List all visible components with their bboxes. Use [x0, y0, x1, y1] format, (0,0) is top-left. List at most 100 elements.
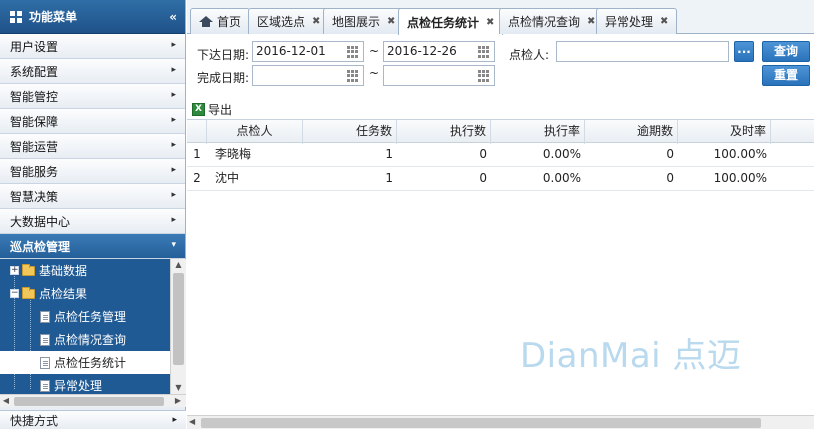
sidebar-item-system-config[interactable]: 系统配置 ▸ — [0, 59, 185, 84]
scroll-left-icon[interactable]: ◀ — [0, 395, 12, 407]
folder-icon — [22, 263, 35, 276]
sidebar: 功能菜单 « 用户设置 ▸ 系统配置 ▸ 智能管控 ▸ 智能保障 ▸ 智能运营 ▸ 智能服… — [0, 0, 186, 429]
scroll-up-icon[interactable]: ▲ — [171, 259, 186, 271]
sidebar-item-label: 智能服务 — [10, 164, 59, 179]
expand-plus-icon[interactable]: + — [10, 266, 19, 275]
calendar-icon[interactable] — [347, 46, 359, 58]
inspector-input[interactable] — [556, 41, 729, 62]
sidebar-item-label: 智慧决策 — [10, 189, 59, 204]
inspector-picker-button[interactable]: ... — [734, 41, 754, 62]
home-icon — [199, 16, 213, 27]
sidebar-item-label: 大数据中心 — [10, 214, 71, 229]
tree-node-label: 点检任务统计 — [54, 356, 127, 370]
close-icon[interactable]: ✖ — [660, 16, 668, 27]
watermark: DianMai 点迈 — [520, 336, 742, 376]
reset-button[interactable]: 重置 — [762, 65, 810, 86]
search-form: 下达日期: 2016-12-01 ~ 2016-12-26 点检人: ... 查… — [187, 35, 814, 99]
cell-tasks: 1 — [385, 147, 393, 161]
close-icon[interactable]: ✖ — [387, 16, 395, 27]
grid-header-index — [187, 120, 207, 144]
tab-home[interactable]: 首页 — [190, 8, 251, 34]
tab-exception-handling[interactable]: 异常处理 ✖ — [596, 8, 678, 34]
excel-export-icon[interactable]: X — [192, 102, 205, 116]
tab-status-query[interactable]: 点检情况查询 ✖ — [499, 8, 605, 34]
scroll-thumb[interactable] — [173, 273, 184, 365]
sidebar-item-smart-decision[interactable]: 智慧决策 ▸ — [0, 184, 185, 209]
cell-executed: 0 — [479, 171, 487, 185]
cell-ontime-rate: 100.00% — [713, 147, 767, 161]
close-icon[interactable]: ✖ — [312, 16, 320, 27]
sidebar-item-label: 用户设置 — [10, 39, 59, 54]
tree-node-label: 点检结果 — [39, 287, 88, 301]
sidebar-item-label: 智能保障 — [10, 114, 59, 129]
sidebar-item-smart-support[interactable]: 智能保障 ▸ — [0, 109, 185, 134]
grid-header-row: 点检人 任务数 执行数 执行率 逾期数 及时率 — [187, 119, 814, 144]
calendar-icon[interactable] — [478, 46, 490, 58]
sidebar-item-inspection-management[interactable]: 巡点检管理 ▾ — [0, 234, 185, 259]
sidebar-item-smart-service[interactable]: 智能服务 ▸ — [0, 159, 185, 184]
issue-date-from-input[interactable]: 2016-12-01 — [252, 41, 364, 62]
tree-horizontal-scrollbar[interactable]: ◀ ▶ — [0, 394, 186, 407]
inspection-tree: + 基础数据 − 点检结果 点检任务管理 点检情况查询 点检任务统计 异常处理 … — [0, 259, 186, 394]
tab-label: 首页 — [217, 15, 242, 29]
row-index: 2 — [193, 171, 201, 185]
sidebar-item-smart-control[interactable]: 智能管控 ▸ — [0, 84, 185, 109]
table-row[interactable]: 1 李晓梅 1 0 0.00% 0 100.00% — [187, 143, 814, 167]
sidebar-item-smart-operation[interactable]: 智能运营 ▸ — [0, 134, 185, 159]
calendar-icon[interactable] — [478, 70, 490, 82]
tab-task-statistics[interactable]: 点检任务统计 ✖ — [398, 8, 504, 35]
tab-area-select[interactable]: 区域选点 ✖ — [248, 8, 330, 34]
grid-header-ontime-rate[interactable]: 及时率 — [678, 120, 771, 144]
tree-vertical-scrollbar[interactable]: ▲ ▼ — [170, 259, 186, 394]
cell-inspector: 李晓梅 — [215, 147, 252, 161]
tree-node-task-management[interactable]: 点检任务管理 — [0, 305, 170, 328]
chevron-right-icon: ▸ — [171, 40, 176, 50]
export-button[interactable]: 导出 — [208, 101, 232, 118]
tree-node-basic-data[interactable]: + 基础数据 — [0, 259, 170, 282]
input-value: 2016-12-01 — [256, 44, 326, 58]
complete-date-to-input[interactable] — [383, 65, 495, 86]
grid-header-overdue[interactable]: 逾期数 — [585, 120, 678, 144]
sidebar-item-label: 巡点检管理 — [10, 239, 71, 254]
query-button[interactable]: 查询 — [762, 41, 810, 62]
chevron-right-icon: ▸ — [171, 215, 176, 225]
scroll-thumb[interactable] — [14, 397, 164, 406]
table-row[interactable]: 2 沈中 1 0 0.00% 0 100.00% — [187, 167, 814, 191]
grid-header-executed[interactable]: 执行数 — [397, 120, 491, 144]
sidebar-item-user-settings[interactable]: 用户设置 ▸ — [0, 34, 185, 59]
chevron-right-icon: ▸ — [171, 115, 176, 125]
calendar-icon[interactable] — [347, 70, 359, 82]
close-icon[interactable]: ✖ — [587, 16, 595, 27]
scroll-thumb[interactable] — [201, 418, 761, 428]
collapse-minus-icon[interactable]: − — [10, 289, 19, 298]
tree-node-status-query[interactable]: 点检情况查询 — [0, 328, 170, 351]
sidebar-item-label: 智能运营 — [10, 139, 59, 154]
range-separator: ~ — [369, 66, 380, 80]
main-horizontal-scrollbar[interactable]: ◀ — [187, 415, 814, 429]
range-separator: ~ — [369, 44, 380, 58]
sidebar-header: 功能菜单 « — [0, 0, 185, 34]
tab-label: 点检任务统计 — [407, 15, 480, 30]
close-icon[interactable]: ✖ — [486, 17, 494, 28]
sidebar-item-shortcuts[interactable]: 快捷方式 ▸ — [0, 410, 186, 429]
complete-date-from-input[interactable] — [252, 65, 364, 86]
inspector-label: 点检人: — [509, 48, 550, 62]
scroll-right-icon[interactable]: ▶ — [172, 395, 184, 407]
tree-node-inspection-results[interactable]: − 点检结果 — [0, 282, 170, 305]
grid-header-exec-rate[interactable]: 执行率 — [491, 120, 585, 144]
tree-node-task-statistics[interactable]: 点检任务统计 — [0, 351, 170, 374]
chevron-right-icon: ▸ — [171, 65, 176, 75]
issue-date-label: 下达日期: — [197, 48, 250, 62]
input-value: 2016-12-26 — [387, 44, 457, 58]
issue-date-to-input[interactable]: 2016-12-26 — [383, 41, 495, 62]
tab-map-display[interactable]: 地图展示 ✖ — [323, 8, 405, 34]
double-chevron-left-icon[interactable]: « — [169, 10, 177, 24]
scroll-down-icon[interactable]: ▼ — [171, 382, 186, 394]
tree-node-label: 基础数据 — [39, 264, 88, 278]
scroll-left-icon[interactable]: ◀ — [189, 417, 195, 426]
grid-header-inspector[interactable]: 点检人 — [207, 120, 303, 144]
tree-node-exception-handling[interactable]: 异常处理 — [0, 374, 170, 394]
sidebar-item-big-data[interactable]: 大数据中心 ▸ — [0, 209, 185, 234]
sidebar-item-label: 系统配置 — [10, 64, 59, 79]
grid-header-tasks[interactable]: 任务数 — [303, 120, 397, 144]
